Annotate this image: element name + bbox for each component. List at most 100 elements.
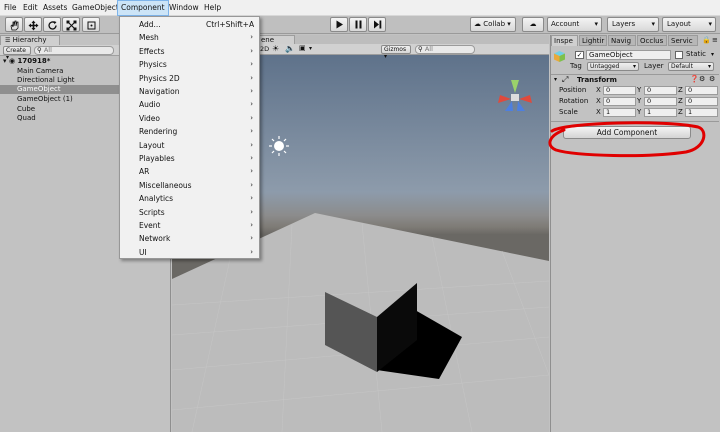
- scene-search-input[interactable]: ⚲ All: [415, 45, 475, 54]
- menu-item-label: Add...: [139, 20, 161, 29]
- collab-label: Collab: [483, 20, 506, 28]
- menu-item-ui[interactable]: UI ›: [120, 246, 259, 259]
- tab-services[interactable]: Servic: [668, 35, 698, 46]
- options-icon[interactable]: ≡: [712, 36, 718, 44]
- move-tool-button[interactable]: [24, 17, 42, 32]
- submenu-arrow-icon: ›: [250, 180, 253, 189]
- gameobject-cube-icon: [554, 51, 565, 62]
- menu-item-ar[interactable]: AR ›: [120, 165, 259, 178]
- scale-x-field[interactable]: 1: [603, 108, 636, 117]
- menu-item-effects[interactable]: Effects ›: [120, 45, 259, 58]
- account-label: Account: [551, 20, 580, 28]
- scale-icon: [66, 20, 76, 31]
- tab-label: Lightir: [582, 37, 605, 45]
- menu-item-mesh[interactable]: Mesh ›: [120, 31, 259, 44]
- search-placeholder: All: [43, 46, 52, 54]
- menu-item-physics[interactable]: Physics ›: [120, 58, 259, 71]
- audio-toggle-icon[interactable]: 🔈: [285, 44, 295, 53]
- collab-button[interactable]: ☁ Collab ▾: [470, 17, 516, 32]
- position-label: Position: [559, 86, 587, 94]
- static-checkbox[interactable]: [675, 51, 683, 59]
- rotation-x-field[interactable]: 0: [603, 97, 636, 106]
- menu-item-rendering[interactable]: Rendering ›: [120, 125, 259, 138]
- menu-item-miscellaneous[interactable]: Miscellaneous ›: [120, 179, 259, 192]
- transform-axes-icon: ⤢: [562, 75, 569, 84]
- rotate-tool-button[interactable]: [43, 17, 61, 32]
- active-checkbox[interactable]: ✓: [575, 51, 584, 59]
- menu-item-shortcut: Ctrl+Shift+A: [206, 20, 255, 29]
- menu-item-label: Mesh: [139, 33, 159, 43]
- menu-item-scripts[interactable]: Scripts ›: [120, 206, 259, 219]
- menu-item-video[interactable]: Video ›: [120, 112, 259, 125]
- tab-inspector[interactable]: Inspe: [551, 35, 578, 46]
- rect-tool-button[interactable]: [82, 17, 100, 32]
- object-name-field[interactable]: GameObject: [586, 50, 671, 60]
- gear-icon[interactable]: ⚙: [709, 75, 715, 83]
- gizmos-dropdown[interactable]: Gizmos ▾: [381, 45, 411, 60]
- menu-item-navigation[interactable]: Navigation ›: [120, 85, 259, 98]
- layer-dropdown[interactable]: Default ▾: [668, 62, 714, 71]
- play-button[interactable]: [330, 17, 348, 32]
- layout-dropdown[interactable]: Layout ▾: [662, 17, 716, 32]
- menu-gameobject[interactable]: GameObject: [69, 0, 122, 16]
- menu-item-playables[interactable]: Playables ›: [120, 152, 259, 165]
- tag-dropdown[interactable]: Untagged ▾: [587, 62, 639, 71]
- 2d-toggle[interactable]: 2D: [260, 45, 269, 53]
- menu-item-network[interactable]: Network ›: [120, 232, 259, 245]
- create-label: Create: [6, 47, 26, 54]
- hierarchy-tab[interactable]: ☰ Hierarchy: [0, 35, 60, 45]
- menu-item-label: Navigation: [139, 87, 180, 96]
- tab-occlusion[interactable]: Occlus: [637, 35, 667, 46]
- menu-item-physics-2d[interactable]: Physics 2D ›: [120, 72, 259, 85]
- rotation-y-field[interactable]: 0: [644, 97, 677, 106]
- transform-header[interactable]: ▾ ⤢ Transform ❓ ⚙ ⚙: [551, 75, 719, 86]
- sun-light-icon[interactable]: [269, 136, 289, 156]
- move-icon: [28, 20, 38, 31]
- rotation-z-field[interactable]: 0: [685, 97, 718, 106]
- hierarchy-search-input[interactable]: ⚲ All: [34, 46, 114, 55]
- step-button[interactable]: [368, 17, 386, 32]
- chevron-down-icon[interactable]: ▾: [711, 51, 714, 58]
- layers-dropdown[interactable]: Layers ▾: [607, 17, 659, 32]
- position-y-field[interactable]: 0: [644, 86, 677, 95]
- menu-assets[interactable]: Assets: [40, 0, 70, 16]
- menu-window[interactable]: Window: [166, 0, 202, 16]
- scale-z-field[interactable]: 1: [685, 108, 718, 117]
- lock-icon[interactable]: 🔒: [702, 36, 711, 44]
- hand-tool-button[interactable]: [5, 17, 23, 32]
- menu-item-analytics[interactable]: Analytics ›: [120, 192, 259, 205]
- effects-toggle-icon[interactable]: ▣: [299, 44, 306, 52]
- menu-file[interactable]: File: [1, 0, 20, 16]
- position-x-field[interactable]: 0: [603, 86, 636, 95]
- transform-title: Transform: [577, 76, 617, 84]
- tab-label: Servic: [671, 37, 693, 45]
- chevron-down-icon[interactable]: ▾: [309, 45, 312, 52]
- help-icon[interactable]: ❓: [690, 75, 699, 83]
- position-z-field[interactable]: 0: [685, 86, 718, 95]
- create-dropdown[interactable]: Create ▾: [3, 46, 31, 61]
- orientation-gizmo-icon[interactable]: [498, 80, 532, 111]
- account-dropdown[interactable]: Account ▾: [547, 17, 602, 32]
- menu-help[interactable]: Help: [201, 0, 224, 16]
- menu-item-event[interactable]: Event ›: [120, 219, 259, 232]
- scale-y-field[interactable]: 1: [644, 108, 677, 117]
- menu-item-label: Event: [139, 221, 161, 230]
- menu-item-audio[interactable]: Audio ›: [120, 98, 259, 111]
- menu-item-label: Rendering: [139, 127, 178, 137]
- cloud-services-button[interactable]: ☁: [522, 17, 544, 32]
- settings-icon[interactable]: ⚙: [699, 75, 705, 83]
- menu-item-layout[interactable]: Layout ›: [120, 139, 259, 152]
- menu-item-label: AR: [139, 167, 150, 177]
- pause-button[interactable]: [349, 17, 367, 32]
- rotate-icon: [47, 21, 57, 30]
- step-icon: [373, 20, 381, 29]
- lighting-toggle-icon[interactable]: ☀: [272, 44, 279, 53]
- menu-component[interactable]: Component: [117, 0, 169, 16]
- expand-triangle-icon: ▾: [554, 76, 558, 83]
- menu-edit[interactable]: Edit: [20, 0, 41, 16]
- menu-item-add[interactable]: Add... Ctrl+Shift+A: [120, 18, 259, 31]
- tab-lighting[interactable]: Lightir: [579, 35, 607, 46]
- scale-tool-button[interactable]: [62, 17, 80, 32]
- tab-navigation[interactable]: Navig: [608, 35, 636, 46]
- menu-item-label: Physics 2D: [139, 73, 180, 83]
